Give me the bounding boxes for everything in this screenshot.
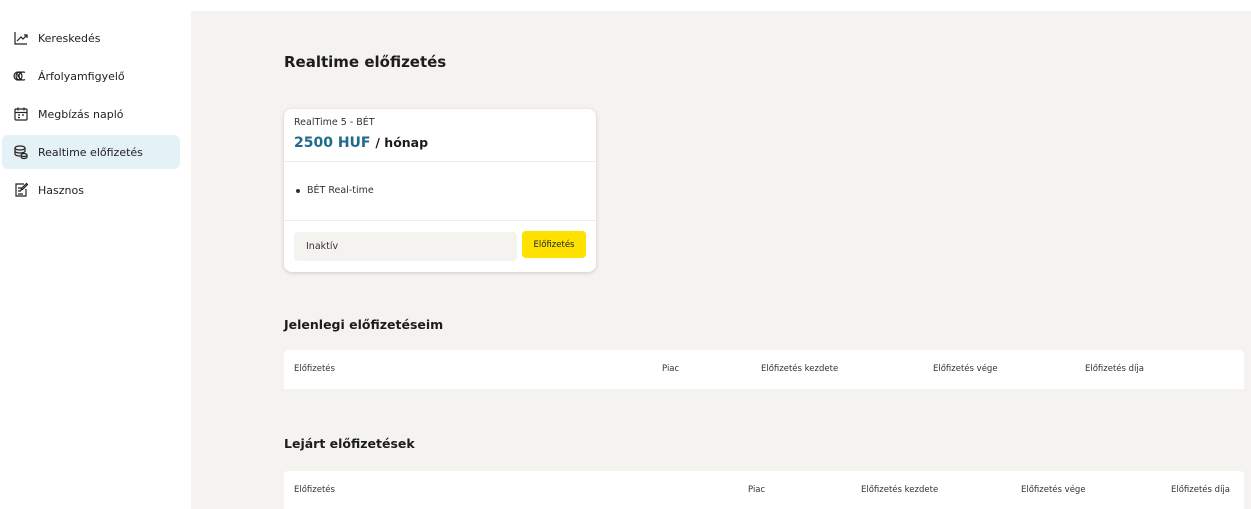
column-header-market[interactable]: Piac	[748, 471, 765, 509]
expired-subscriptions-title: Lejárt előfizetések	[284, 436, 415, 451]
column-header-start[interactable]: Előfizetés kezdete	[761, 350, 838, 389]
sidebar-item-label: Hasznos	[38, 183, 84, 197]
column-header-end[interactable]: Előfizetés vége	[933, 350, 998, 389]
column-header-subscription[interactable]: Előfizetés	[294, 350, 335, 389]
sidebar-item-label: Realtime előfizetés	[38, 145, 143, 159]
column-header-end[interactable]: Előfizetés vége	[1021, 471, 1086, 509]
edit-document-icon	[13, 182, 29, 198]
column-header-fee[interactable]: Előfizetés díja	[1085, 350, 1144, 389]
feature-item: BÉT Real-time	[296, 185, 374, 196]
sidebar-item-arfolyamfigyelo[interactable]: Árfolyamfigyelő	[2, 59, 180, 93]
sidebar-item-realtime-elofizetes[interactable]: Realtime előfizetés	[2, 135, 180, 169]
plan-price: 2500 HUF / hónap	[294, 135, 428, 151]
divider	[284, 220, 596, 221]
status-field: Inaktív	[294, 232, 517, 261]
price-period: / hónap	[375, 135, 429, 150]
feature-label: BÉT Real-time	[307, 185, 374, 196]
column-header-start[interactable]: Előfizetés kezdete	[861, 471, 938, 509]
sidebar-item-label: Megbízás napló	[38, 107, 124, 121]
subscribe-button[interactable]: Előfizetés	[522, 231, 586, 258]
chart-line-icon	[13, 30, 29, 46]
column-header-subscription[interactable]: Előfizetés	[294, 471, 335, 509]
main-content: Realtime előfizetés RealTime 5 - BÉT 250…	[191, 11, 1251, 509]
sidebar: Kereskedés Árfolyamfigyelő Megbízás napl…	[0, 0, 191, 509]
column-header-fee[interactable]: Előfizetés díja	[1171, 471, 1230, 509]
divider	[284, 161, 596, 162]
current-subscriptions-title: Jelenlegi előfizetéseim	[284, 317, 444, 332]
calendar-icon	[13, 106, 29, 122]
rate-watch-icon	[13, 68, 29, 84]
sidebar-item-kereskedes[interactable]: Kereskedés	[2, 21, 180, 55]
column-header-market[interactable]: Piac	[662, 350, 679, 389]
bullet-icon	[296, 188, 300, 193]
expired-subscriptions-table-header: Előfizetés Piac Előfizetés kezdete Előfi…	[284, 471, 1244, 509]
plan-name: RealTime 5 - BÉT	[294, 117, 375, 128]
subscription-card: RealTime 5 - BÉT 2500 HUF / hónap BÉT Re…	[284, 109, 596, 272]
sidebar-item-megbizas-naplo[interactable]: Megbízás napló	[2, 97, 180, 131]
page-title: Realtime előfizetés	[284, 53, 447, 71]
current-subscriptions-table-header: Előfizetés Piac Előfizetés kezdete Előfi…	[284, 350, 1244, 389]
price-amount: 2500 HUF	[294, 135, 371, 151]
coins-icon	[13, 144, 29, 160]
sidebar-item-label: Kereskedés	[38, 31, 101, 45]
sidebar-item-hasznos[interactable]: Hasznos	[2, 173, 180, 207]
sidebar-item-label: Árfolyamfigyelő	[38, 69, 125, 83]
